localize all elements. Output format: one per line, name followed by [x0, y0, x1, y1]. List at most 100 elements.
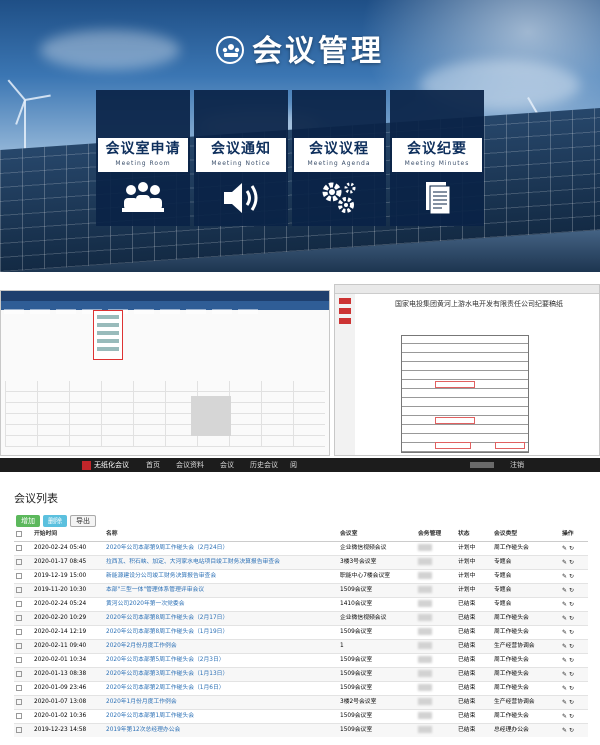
row-checkbox[interactable]: [16, 558, 22, 565]
meeting-name-link[interactable]: 2019年第12次总经理办公会: [104, 723, 338, 737]
type-cell: 周工作碰头会: [492, 541, 560, 556]
status-cell: 已结束: [456, 597, 492, 612]
tile-meeting-agenda[interactable]: 会议议程 Meeting Agenda: [292, 90, 386, 226]
export-button[interactable]: 导出: [70, 515, 96, 527]
organizer-cell-blurred: [416, 569, 456, 584]
room-cell: 1509会议室: [338, 583, 416, 598]
row-checkbox[interactable]: [16, 614, 22, 621]
tile-meeting-room[interactable]: 会议室申请 Meeting Room: [96, 90, 190, 226]
status-cell: 已结束: [456, 653, 492, 668]
meeting-name-link[interactable]: 2020年1月份月度工作例会: [104, 695, 338, 710]
start-time-cell: 2019-12-23 14:58: [32, 723, 104, 737]
meeting-name-link[interactable]: 2020年公司本部第9周工作碰头会（2月24日）: [104, 541, 338, 556]
edit-icon[interactable]: ✎: [562, 643, 567, 650]
edit-icon[interactable]: ✎: [562, 559, 567, 566]
organizer-cell-blurred: [416, 583, 456, 598]
refresh-icon[interactable]: ↻: [569, 713, 574, 720]
minutes-doc-title: 国家电投集团黄河上游水电开发有限责任公司纪要稿纸: [395, 300, 563, 308]
meeting-name-link[interactable]: 黄河公司2020年第一次党委会: [104, 597, 338, 612]
row-checkbox[interactable]: [16, 628, 22, 635]
edit-icon[interactable]: ✎: [562, 713, 567, 720]
hero-title: 会议管理: [0, 26, 600, 70]
refresh-icon[interactable]: ↻: [569, 573, 574, 580]
refresh-icon[interactable]: ↻: [569, 587, 574, 594]
row-checkbox[interactable]: [16, 684, 22, 691]
meeting-name-link[interactable]: 2020年公司本部第8周工作碰头会（1月19日）: [104, 625, 338, 640]
type-cell: 专题会: [492, 583, 560, 598]
refresh-icon[interactable]: ↻: [569, 545, 574, 552]
delete-button[interactable]: 删除: [43, 515, 67, 527]
refresh-icon[interactable]: ↻: [569, 629, 574, 636]
row-checkbox[interactable]: [16, 572, 22, 579]
toolbar: 增加 删除 导出: [16, 508, 99, 527]
type-cell: 专题会: [492, 569, 560, 584]
table-row: 2020-02-20 10:29 2020年公司本部第8周工作碰头会（2月17日）…: [14, 611, 588, 626]
gears-icon: [292, 178, 386, 222]
start-time-cell: 2020-01-09 23:46: [32, 681, 104, 696]
meeting-name-link[interactable]: 2020年公司本部第3周工作碰头会（1月13日）: [104, 667, 338, 682]
refresh-icon[interactable]: ↻: [569, 615, 574, 622]
refresh-icon[interactable]: ↻: [569, 685, 574, 692]
refresh-icon[interactable]: ↻: [569, 699, 574, 706]
meeting-name-link[interactable]: 2020年公司本部第5周工作碰头会（2月3日）: [104, 653, 338, 668]
edit-icon[interactable]: ✎: [562, 629, 567, 636]
row-checkbox[interactable]: [16, 642, 22, 649]
table-row: 2020-01-17 08:45 拉西瓦、积石峡、加定、大河家水电站项目竣工财务决…: [14, 555, 588, 570]
row-checkbox[interactable]: [16, 698, 22, 705]
nav-history[interactable]: 历史会议: [250, 460, 278, 470]
meeting-name-link[interactable]: 2020年2月份月度工作例会: [104, 639, 338, 654]
type-cell: 专题会: [492, 555, 560, 570]
edit-icon[interactable]: ✎: [562, 727, 567, 734]
meeting-name-link[interactable]: 本部"三型一体"管理体系管理评审会议: [104, 583, 338, 598]
nav-materials[interactable]: 会议资料: [176, 460, 204, 470]
meeting-name-link[interactable]: 2020年公司本部第1周工作碰头会: [104, 709, 338, 724]
row-checkbox[interactable]: [16, 544, 22, 551]
row-checkbox[interactable]: [16, 656, 22, 663]
meeting-table: 开始时间 名称 会议室 会务管理 状态 会议类型 操作 2020-02-24 0…: [14, 528, 588, 737]
nav-home[interactable]: 首页: [146, 460, 160, 470]
tile-meeting-notice[interactable]: 会议通知 Meeting Notice: [194, 90, 288, 226]
table-row: 2020-02-11 09:40 2020年2月份月度工作例会 1 已结束 生产经营协调…: [14, 639, 588, 654]
nav-meetings[interactable]: 会议: [220, 460, 234, 470]
refresh-icon[interactable]: ↻: [569, 671, 574, 678]
edit-icon[interactable]: ✎: [562, 615, 567, 622]
table-row: 2020-02-24 05:40 2020年公司本部第9周工作碰头会（2月24日）…: [14, 541, 588, 556]
organizer-cell-blurred: [416, 667, 456, 682]
refresh-icon[interactable]: ↻: [569, 643, 574, 650]
add-button[interactable]: 增加: [16, 515, 40, 527]
meeting-name-link[interactable]: 新能源建设分公司竣工财务决算报告审查会: [104, 569, 338, 584]
edit-icon[interactable]: ✎: [562, 601, 567, 608]
row-checkbox[interactable]: [16, 726, 22, 733]
tile-meeting-minutes[interactable]: 会议纪要 Meeting Minutes: [390, 90, 484, 226]
row-checkbox[interactable]: [16, 670, 22, 677]
table-row: 2020-02-24 05:24 黄河公司2020年第一次党委会 1410会议室 已结…: [14, 597, 588, 612]
row-checkbox[interactable]: [16, 600, 22, 607]
edit-icon[interactable]: ✎: [562, 699, 567, 706]
refresh-icon[interactable]: ↻: [569, 559, 574, 566]
edit-icon[interactable]: ✎: [562, 685, 567, 692]
refresh-icon[interactable]: ↻: [569, 657, 574, 664]
meeting-name-link[interactable]: 2020年公司本部第8周工作碰头会（2月17日）: [104, 611, 338, 626]
meeting-name-link[interactable]: 拉西瓦、积石峡、加定、大河家水电站项目竣工财务决算报告审查会: [104, 555, 338, 570]
nav-read[interactable]: 阅: [290, 460, 297, 470]
start-time-cell: 2020-01-13 08:38: [32, 667, 104, 682]
edit-icon[interactable]: ✎: [562, 573, 567, 580]
meeting-name-link[interactable]: 2020年公司本部第2周工作碰头会（1月6日）: [104, 681, 338, 696]
status-cell: 已结束: [456, 681, 492, 696]
edit-icon[interactable]: ✎: [562, 671, 567, 678]
edit-icon[interactable]: ✎: [562, 587, 567, 594]
row-checkbox[interactable]: [16, 586, 22, 593]
edit-icon[interactable]: ✎: [562, 657, 567, 664]
status-cell: 计划中: [456, 555, 492, 570]
organizer-cell-blurred: [416, 555, 456, 570]
page: 会议管理 会议室申请 Meeting Room 会议通知 Meeting Not…: [0, 0, 600, 745]
logout-link[interactable]: 注销: [510, 460, 524, 470]
refresh-icon[interactable]: ↻: [569, 601, 574, 608]
row-checkbox[interactable]: [16, 712, 22, 719]
start-time-cell: 2019-11-20 10:30: [32, 583, 104, 598]
refresh-icon[interactable]: ↻: [569, 727, 574, 734]
edit-icon[interactable]: ✎: [562, 545, 567, 552]
start-time-cell: 2020-02-20 10:29: [32, 611, 104, 626]
room-cell: 1509会议室: [338, 681, 416, 696]
select-all-checkbox[interactable]: [16, 530, 22, 537]
